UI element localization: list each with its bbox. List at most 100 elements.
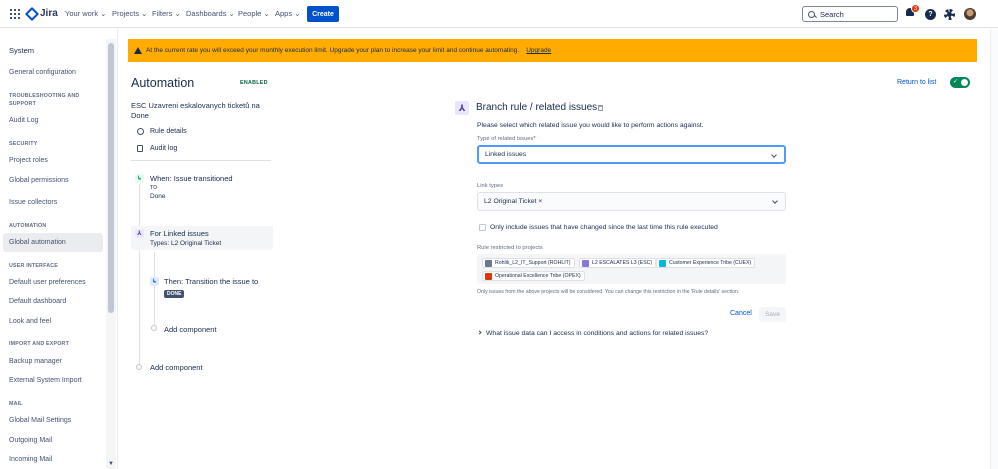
notification-count-badge: 3 [911, 4, 920, 13]
branch-subtitle: Types: L2 Original Ticket [150, 240, 222, 247]
sidebar-item-project-roles[interactable]: Project roles [9, 157, 48, 164]
only-changed-issues-label: Only include issues that have changed si… [490, 224, 718, 231]
jira-logo[interactable]: Jira [24, 6, 58, 21]
rule-divider [131, 160, 271, 161]
branch-flow-line [154, 252, 155, 328]
nav-projects[interactable]: Projects ⌄ [112, 9, 147, 18]
sidebar-item-external-system-import[interactable]: External System Import [9, 377, 82, 384]
app-switcher-icon[interactable] [10, 9, 20, 19]
project-chip: Customer Experience Tribe (CUEX) [656, 258, 756, 268]
nav-dashboards[interactable]: Dashboards ⌄ [186, 9, 235, 18]
project-avatar-icon [485, 259, 492, 267]
link-types-select[interactable]: L2 Original Ticket × [477, 192, 786, 211]
project-avatar-icon [659, 259, 666, 267]
link-types-label: Link types [477, 183, 504, 189]
sidebar-heading-user-interface: USER INTERFACE [9, 263, 59, 269]
sidebar-item-outgoing-mail[interactable]: Outgoing Mail [9, 437, 52, 444]
info-icon [137, 128, 144, 135]
add-component-inner-dot [151, 325, 157, 331]
trigger-title[interactable]: When: Issue transitioned [150, 174, 233, 183]
trigger-to-value: Done [150, 193, 166, 200]
save-button[interactable]: Save [759, 307, 786, 322]
type-select-value: Linked issues [485, 151, 527, 158]
action-title[interactable]: Then: Transition the issue to [164, 277, 258, 286]
action-icon: ↳ [150, 277, 159, 286]
trash-icon[interactable] [598, 105, 603, 111]
branch-icon: ⅄ [135, 229, 144, 238]
warning-icon [134, 47, 142, 54]
chevron-down-icon [772, 198, 778, 204]
add-component-inner-link[interactable]: Add component [164, 325, 217, 334]
only-changed-issues-checkbox[interactable] [479, 224, 486, 231]
search-input[interactable]: Search [802, 6, 898, 22]
sidebar-heading-mail: MAIL [9, 401, 23, 407]
panel-title: Branch rule / related issues [476, 102, 598, 113]
sidebar-item-look-and-feel[interactable]: Look and feel [9, 318, 51, 325]
nav-people[interactable]: People ⌄ [238, 9, 270, 18]
cancel-button[interactable]: Cancel [730, 310, 752, 317]
sidebar-item-global-automation[interactable]: Global automation [9, 239, 66, 246]
banner-message: At the current rate you will exceed your… [146, 47, 520, 54]
search-icon [808, 10, 815, 18]
project-avatar-icon [582, 259, 589, 267]
sidebar-item-audit-log[interactable]: Audit Log [9, 117, 39, 124]
nav-your-work[interactable]: Your work ⌄ [65, 9, 106, 18]
projects-help-text: Only issues from the above projects will… [477, 289, 740, 295]
return-to-list-link[interactable]: Return to list [897, 79, 936, 86]
sidebar-item-default-user-preferences[interactable]: Default user preferences [9, 279, 86, 286]
sidebar-item-general-configuration[interactable]: General configuration [9, 69, 76, 76]
execution-limit-banner: At the current rate you will exceed your… [128, 39, 977, 62]
upgrade-link[interactable]: Upgrade [526, 47, 551, 54]
sidebar-item-backup-manager[interactable]: Backup manager [9, 358, 62, 365]
sidebar-heading-automation: AUTOMATION [9, 223, 47, 229]
rule-details-link[interactable]: Rule details [150, 128, 187, 135]
help-icon[interactable]: ? [925, 9, 936, 20]
audit-log-link[interactable]: Audit log [150, 145, 177, 152]
restricted-projects-list: Rohlik_L2_IT_Support (ROHLIT) L2 ESCALAT… [477, 254, 786, 284]
scroll-down-arrow-icon[interactable]: ▼ [108, 461, 114, 467]
related-issues-data-expander[interactable]: What issue data can I access in conditio… [477, 330, 708, 337]
settings-gear-icon[interactable] [944, 9, 955, 20]
sidebar-heading-troubleshooting: TROUBLESHOOTING AND SUPPORT [9, 93, 80, 107]
add-component-outer-dot [136, 364, 142, 370]
trigger-to-label: TO [150, 185, 158, 191]
audit-log-icon [137, 145, 143, 152]
top-navigation: Jira Your work ⌄ Projects ⌄ Filters ⌄ Da… [0, 0, 998, 28]
add-component-outer-link[interactable]: Add component [150, 363, 203, 372]
page-scrollbar[interactable] [990, 29, 998, 469]
project-chip: L2 ESCALATES L3 (ESC) [579, 258, 657, 268]
jira-logo-text: Jira [40, 8, 58, 19]
user-avatar[interactable] [964, 8, 976, 20]
create-button[interactable]: Create [307, 6, 339, 22]
project-chip: Rohlik_L2_IT_Support (ROHLIT) [482, 258, 575, 268]
rule-name: ESC Uzavreni eskalovanych ticketů na Don… [131, 101, 260, 120]
done-status-lozenge: DONE [164, 290, 185, 298]
restricted-projects-label: Rule restricted to projects [477, 245, 543, 251]
page-title: Automation [131, 76, 195, 90]
status-badge: ENABLED [240, 80, 268, 86]
rule-enabled-toggle[interactable]: ✓ [950, 77, 970, 88]
sidebar-title: System [9, 46, 35, 55]
sidebar-item-incoming-mail[interactable]: Incoming Mail [9, 456, 52, 463]
branch-rule-icon: ⅄ [455, 101, 469, 115]
rule-flow-line [139, 184, 140, 368]
project-chip: Operational Excellence Tribe (OPEX) [482, 271, 585, 281]
panel-description: Please select which related issue you wo… [477, 122, 704, 129]
nav-filters[interactable]: Filters ⌄ [152, 9, 181, 18]
sidebar-item-global-permissions[interactable]: Global permissions [9, 177, 69, 184]
link-type-tag[interactable]: L2 Original Ticket × [484, 198, 542, 205]
type-of-related-issues-label: Type of related issues* [477, 136, 536, 142]
sidebar-heading-import-export: IMPORT AND EXPORT [9, 341, 69, 347]
search-placeholder: Search [820, 9, 844, 19]
sidebar-scrollbar[interactable]: ▼ [106, 39, 116, 469]
sidebar-item-global-mail-settings[interactable]: Global Mail Settings [9, 417, 71, 424]
project-avatar-icon [485, 272, 492, 280]
sidebar-item-issue-collectors[interactable]: Issue collectors [9, 199, 57, 206]
sidebar-scrollbar-thumb[interactable] [108, 43, 114, 313]
branch-title[interactable]: For Linked issues [150, 229, 209, 238]
admin-sidebar: System General configuration TROUBLESHOO… [0, 29, 118, 469]
jira-logo-icon [24, 6, 40, 21]
sidebar-item-default-dashboard[interactable]: Default dashboard [9, 298, 66, 305]
type-of-related-issues-select[interactable]: Linked issues [477, 145, 786, 164]
nav-apps[interactable]: Apps ⌄ [275, 9, 300, 18]
